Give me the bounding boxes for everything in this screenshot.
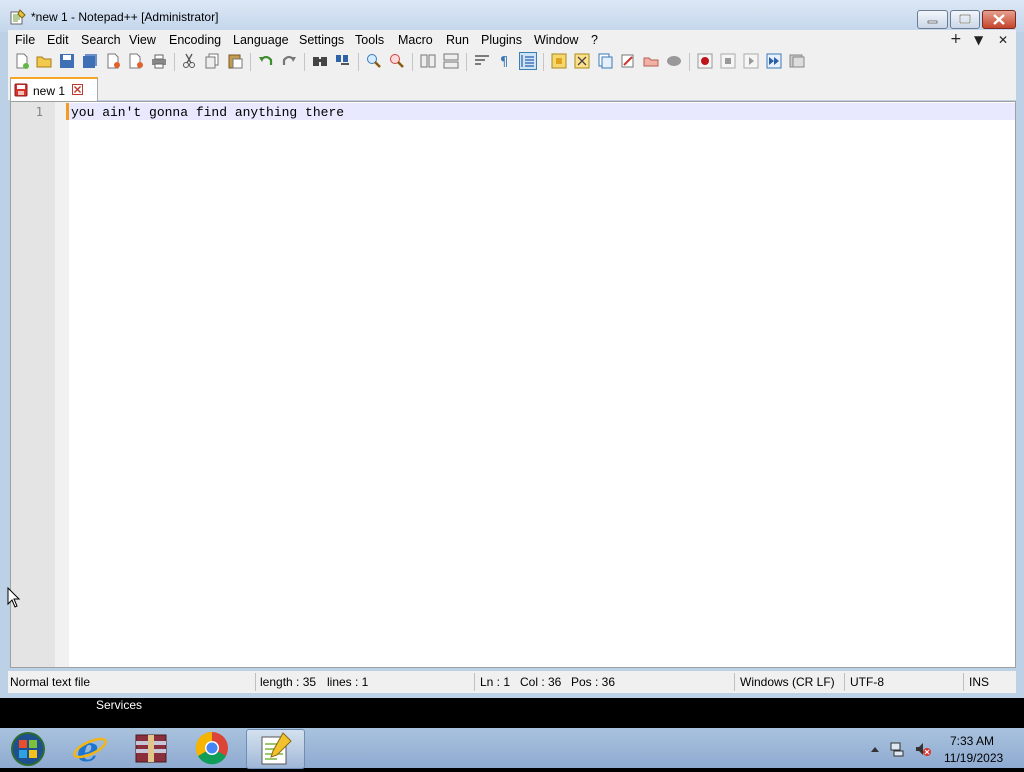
clock-date[interactable]: 11/19/2023 [944, 751, 1003, 765]
window-title: *new 1 - Notepad++ [Administrator] [31, 10, 219, 24]
tab-list-dropdown-button[interactable]: ▼ [974, 33, 983, 47]
menu-search[interactable]: Search [81, 33, 121, 47]
status-bar: Normal text file length : 35 lines : 1 L… [8, 671, 1016, 693]
status-lines: lines : 1 [327, 675, 369, 689]
new-file-icon[interactable] [14, 53, 30, 69]
zoom-in-icon[interactable] [366, 53, 382, 69]
archive-app-icon[interactable] [124, 729, 178, 767]
record-macro-icon[interactable] [697, 53, 713, 69]
notepadpp-window: *new 1 - Notepad++ [Administrator] File … [0, 0, 1024, 698]
cut-icon[interactable] [181, 53, 197, 69]
internet-explorer-icon[interactable]: e [63, 729, 117, 767]
menu-bar: File Edit Search View Encoding Language … [8, 30, 1016, 50]
open-file-icon[interactable] [36, 53, 52, 69]
redo-icon[interactable] [281, 53, 297, 69]
document-map-icon[interactable] [574, 53, 590, 69]
function-list-icon[interactable] [597, 53, 613, 69]
mouse-cursor-icon [7, 587, 21, 608]
find-icon[interactable] [312, 53, 328, 69]
menu-file[interactable]: File [15, 33, 35, 47]
save-icon[interactable] [59, 53, 75, 69]
menu-run[interactable]: Run [446, 33, 469, 47]
menu-language[interactable]: Language [233, 33, 289, 47]
tab-label: new 1 [33, 84, 66, 98]
line-number-margin: 1 [11, 102, 55, 667]
undo-icon[interactable] [258, 53, 274, 69]
title-bar[interactable]: *new 1 - Notepad++ [Administrator] [0, 0, 1024, 32]
monitoring-icon[interactable] [643, 53, 659, 69]
close-all-icon[interactable] [128, 53, 144, 69]
status-length: length : 35 [260, 675, 317, 689]
sync-vertical-icon[interactable] [420, 53, 436, 69]
maximize-button[interactable] [950, 10, 980, 29]
notepadpp-taskbar-button[interactable] [246, 729, 305, 769]
menu-settings[interactable]: Settings [299, 33, 344, 47]
save-all-icon[interactable] [82, 53, 98, 69]
start-orb-icon[interactable] [2, 729, 52, 767]
toolbar: ¶ [8, 50, 1016, 75]
menu-encoding[interactable]: Encoding [169, 33, 221, 47]
user-defined-language-icon[interactable] [551, 53, 567, 69]
replace-icon[interactable] [335, 53, 351, 69]
svg-text:¶: ¶ [500, 55, 508, 69]
new-tab-plus-button[interactable]: + [950, 31, 962, 47]
changed-line-marker [66, 103, 69, 120]
folder-as-workspace-icon[interactable] [620, 53, 636, 69]
close-icon[interactable] [105, 53, 121, 69]
menu-window[interactable]: Window [534, 33, 578, 47]
unsaved-file-icon [14, 83, 28, 97]
services-label: Services [96, 698, 143, 712]
menu-tools[interactable]: Tools [355, 33, 384, 47]
close-window-button[interactable] [982, 10, 1016, 29]
svg-text:e: e [77, 730, 99, 767]
status-line: Ln : 1 [480, 675, 511, 689]
show-hidden-icons-icon[interactable] [867, 741, 883, 757]
status-position: Pos : 36 [571, 675, 616, 689]
network-icon[interactable] [889, 741, 905, 757]
desktop-strip [0, 698, 1024, 728]
notepadpp-app-icon [10, 9, 26, 25]
zoom-out-icon[interactable] [389, 53, 405, 69]
menu-edit[interactable]: Edit [47, 33, 69, 47]
status-insert-mode[interactable]: INS [969, 675, 989, 689]
play-macro-icon[interactable] [743, 53, 759, 69]
sync-horizontal-icon[interactable] [443, 53, 459, 69]
clock-time[interactable]: 7:33 AM [950, 734, 994, 748]
menu-view[interactable]: View [129, 33, 156, 47]
paste-icon[interactable] [227, 53, 243, 69]
chrome-icon[interactable] [185, 729, 239, 767]
show-all-chars-icon[interactable]: ¶ [497, 53, 513, 69]
indent-guide-icon[interactable] [519, 52, 537, 70]
line-number: 1 [35, 105, 43, 119]
print-icon[interactable] [151, 53, 167, 69]
text-editor[interactable]: 1 you ain't gonna find anything there [10, 101, 1016, 668]
minimize-button[interactable] [917, 10, 948, 29]
status-eol[interactable]: Windows (CR LF) [740, 675, 835, 689]
status-encoding[interactable]: UTF-8 [850, 675, 884, 689]
status-column: Col : 36 [520, 675, 562, 689]
menu-help[interactable]: ? [591, 33, 598, 47]
tab-new-1[interactable]: new 1 [10, 77, 98, 102]
save-macro-icon[interactable] [789, 53, 805, 69]
status-file-type: Normal text file [10, 675, 91, 689]
speech-icon[interactable] [666, 53, 682, 69]
tab-bar: new 1 [8, 74, 1016, 102]
close-document-button[interactable]: ✕ [998, 33, 1008, 47]
fold-margin[interactable] [55, 102, 69, 667]
tab-close-icon[interactable] [72, 84, 83, 95]
notepad-plus-plus-icon [261, 732, 292, 765]
menu-plugins[interactable]: Plugins [481, 33, 522, 47]
stop-record-icon[interactable] [720, 53, 736, 69]
volume-muted-icon[interactable] [915, 741, 931, 757]
copy-icon[interactable] [204, 53, 220, 69]
editor-line-text[interactable]: you ain't gonna find anything there [71, 105, 344, 120]
menu-macro[interactable]: Macro [398, 33, 433, 47]
word-wrap-icon[interactable] [474, 53, 490, 69]
run-macro-multiple-icon[interactable] [766, 53, 782, 69]
